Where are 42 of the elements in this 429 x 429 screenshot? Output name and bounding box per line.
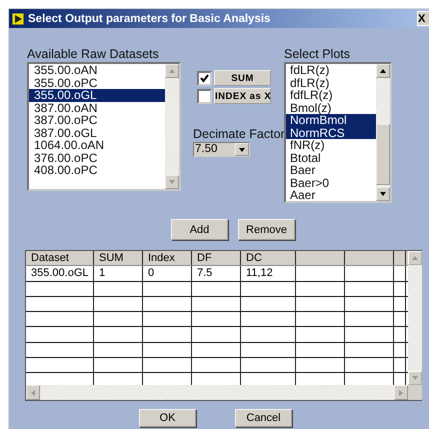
scroll-thumb[interactable] [376,124,390,185]
plot-item[interactable]: dfLR(z) [286,76,376,89]
dataset-item[interactable]: 408.00.oPC [29,164,165,176]
scroll-down-icon[interactable] [376,187,390,201]
dataset-item[interactable]: 376.00.oPC [29,152,165,164]
option-button[interactable]: SUM [214,70,271,86]
checkbox[interactable] [197,88,212,104]
dataset-item[interactable]: 355.00.oGL [29,89,165,102]
plots-label: Select Plots [284,47,352,62]
plot-item[interactable]: fNR(z) [286,139,376,152]
plot-item[interactable]: fdLR(z) [286,64,376,76]
plot-item[interactable]: Baer>0 [286,176,376,189]
action-button[interactable]: Remove [238,219,295,240]
scroll-up-icon[interactable] [376,64,390,78]
plot-item[interactable]: NormBmol [286,114,376,126]
dataset-item[interactable]: 387.00.oGL [29,126,165,139]
dialog-button[interactable]: OK [139,409,196,427]
option-button[interactable]: INDEX as X [214,88,271,104]
checkbox[interactable] [197,70,212,86]
dataset-item[interactable]: 355.00.oPC [29,76,165,89]
decimate-label: Decimate Factor [193,127,284,141]
plot-item[interactable]: Baer [286,164,376,176]
dataset-item[interactable]: 387.00.oPC [29,114,165,126]
plot-item[interactable]: fdfLR(z) [286,89,376,102]
dataset-item[interactable]: 355.00.oAN [29,64,165,76]
window-title: Select Output parameters for Basic Analysis [28,12,272,24]
plot-item[interactable]: Aaer [286,189,376,201]
plot-item[interactable]: Btotal [286,152,376,164]
scrollbar[interactable] [376,64,390,201]
plot-item[interactable]: Bmol(z) [286,102,376,114]
run-arrow-icon [12,12,24,24]
horizontal-scrollbar[interactable] [26,385,408,400]
plot-item[interactable]: NormRCS [286,126,376,139]
dialog-button[interactable]: Cancel [235,409,292,427]
scroll-right-icon[interactable] [394,385,408,400]
action-button[interactable]: Add [171,219,228,240]
datasets-label: Available Raw Datasets [27,47,160,62]
dataset-item[interactable]: 387.00.oAN [29,102,165,114]
close-button[interactable]: X [417,11,429,26]
decimate-dropdown[interactable]: 7.50 [193,142,250,157]
dataset-item[interactable]: 1064.00.oAN [29,139,165,152]
scroll-left-icon[interactable] [26,385,40,400]
